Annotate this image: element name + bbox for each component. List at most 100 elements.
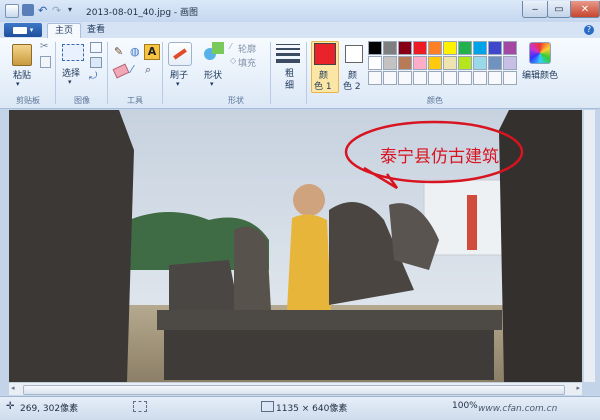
- tools-group-label: 工具: [127, 96, 143, 105]
- scroll-left-icon[interactable]: ◂: [11, 384, 15, 392]
- palette-swatch[interactable]: [503, 56, 517, 70]
- palette-swatch[interactable]: [458, 56, 472, 70]
- quick-access-dropdown-icon[interactable]: ▾: [68, 5, 72, 14]
- clipboard-group-label: 剪贴板: [16, 96, 40, 105]
- palette-empty-swatch[interactable]: [458, 71, 472, 85]
- vertical-scrollbar[interactable]: [584, 110, 595, 382]
- image-group-label: 图像: [74, 96, 90, 105]
- copy-icon[interactable]: [40, 56, 51, 68]
- palette-empty-swatch[interactable]: [398, 71, 412, 85]
- palette-swatch[interactable]: [503, 41, 517, 55]
- chevron-down-icon: ▾: [29, 26, 34, 34]
- colors-group-label: 颜色: [427, 96, 443, 105]
- palette-swatch[interactable]: [413, 41, 427, 55]
- line-size-icon[interactable]: [276, 44, 300, 63]
- image-size-icon: [261, 401, 274, 412]
- file-menu-button[interactable]: ▾: [4, 23, 42, 37]
- brush-icon[interactable]: [168, 42, 192, 66]
- help-icon[interactable]: ?: [584, 25, 594, 35]
- palette-swatch[interactable]: [428, 41, 442, 55]
- palette-swatch[interactable]: [398, 41, 412, 55]
- group-separator: [270, 42, 271, 104]
- color-picker-icon[interactable]: ⁄: [131, 63, 133, 76]
- size-button-label-bottom[interactable]: 细: [285, 78, 294, 91]
- palette-swatch[interactable]: [458, 41, 472, 55]
- undo-icon[interactable]: ↶: [38, 4, 47, 17]
- save-icon[interactable]: [22, 4, 34, 16]
- palette-swatch[interactable]: [488, 56, 502, 70]
- palette-swatch[interactable]: [443, 41, 457, 55]
- palette-empty-swatch[interactable]: [383, 71, 397, 85]
- group-separator: [162, 42, 163, 104]
- select-icon[interactable]: [62, 44, 84, 61]
- edit-colors-button[interactable]: 编辑颜色: [522, 68, 558, 81]
- shapes-group-label: 形状: [228, 96, 244, 105]
- palette-empty-swatch[interactable]: [443, 71, 457, 85]
- minimize-icon[interactable]: ‒: [522, 1, 548, 18]
- chevron-down-icon[interactable]: ▾: [16, 80, 20, 88]
- cut-icon[interactable]: ✂: [40, 41, 48, 52]
- horizontal-scroll-thumb[interactable]: [23, 385, 565, 395]
- building-sign: [467, 195, 477, 250]
- redo-icon[interactable]: ↷: [52, 4, 61, 17]
- palette-swatch[interactable]: [368, 41, 382, 55]
- shapes-icon[interactable]: [204, 42, 224, 62]
- resize-icon[interactable]: [90, 57, 102, 68]
- palette-empty-swatch[interactable]: [503, 71, 517, 85]
- fill-button[interactable]: 填充: [238, 56, 256, 69]
- palette-empty-swatch[interactable]: [413, 71, 427, 85]
- crop-icon[interactable]: [90, 42, 102, 53]
- shape-square-icon: [212, 42, 224, 54]
- cursor-position: 269, 302像素: [20, 404, 79, 414]
- fill-icon[interactable]: ◇: [230, 56, 236, 65]
- paste-icon[interactable]: [12, 44, 32, 66]
- boy-head: [293, 184, 325, 216]
- palette-swatch[interactable]: [398, 56, 412, 70]
- magnifier-icon[interactable]: ⌕: [145, 63, 151, 77]
- statue-left: [9, 110, 134, 382]
- palette-swatch[interactable]: [413, 56, 427, 70]
- chevron-down-icon[interactable]: ▾: [176, 80, 180, 88]
- palette-swatch[interactable]: [383, 56, 397, 70]
- tab-home[interactable]: 主页: [47, 23, 82, 39]
- group-separator: [306, 42, 307, 104]
- chevron-down-icon[interactable]: ▾: [68, 78, 72, 86]
- palette-swatch[interactable]: [473, 56, 487, 70]
- color1-swatch: [314, 43, 336, 65]
- pillar-right: [499, 110, 582, 382]
- text-icon[interactable]: A: [144, 44, 160, 60]
- palette-swatch[interactable]: [443, 56, 457, 70]
- pencil-icon[interactable]: ✎: [114, 45, 123, 58]
- fill-bucket-icon[interactable]: ◍: [130, 45, 140, 58]
- palette-swatch[interactable]: [383, 41, 397, 55]
- edit-colors-icon[interactable]: [529, 42, 551, 64]
- color2-swatch[interactable]: [345, 45, 363, 63]
- tab-view[interactable]: 查看: [80, 23, 112, 38]
- outline-icon[interactable]: ⁄: [230, 42, 231, 51]
- palette-swatch[interactable]: [428, 56, 442, 70]
- scroll-right-icon[interactable]: ▸: [576, 384, 580, 392]
- canvas-image[interactable]: 泰宁县仿古建筑: [9, 110, 582, 382]
- horizontal-scrollbar[interactable]: ◂ ▸: [9, 382, 582, 395]
- callout-text: 泰宁县仿古建筑: [380, 147, 499, 167]
- palette-empty-swatch[interactable]: [488, 71, 502, 85]
- palette-swatch[interactable]: [488, 41, 502, 55]
- cursor-position-icon: ✛: [6, 401, 15, 412]
- photo-illustration: 泰宁县仿古建筑: [9, 110, 582, 382]
- group-separator: [107, 42, 108, 104]
- palette-empty-swatch[interactable]: [428, 71, 442, 85]
- watermark-text: www.cfan.com.cn: [478, 404, 558, 414]
- rotate-icon[interactable]: ⤾: [89, 71, 97, 82]
- palette-swatch[interactable]: [368, 56, 382, 70]
- maximize-icon[interactable]: ▭: [547, 1, 571, 18]
- outline-button[interactable]: 轮廓: [238, 42, 256, 55]
- chevron-down-icon[interactable]: ▾: [210, 80, 214, 88]
- palette-swatch[interactable]: [473, 41, 487, 55]
- selection-size-icon: [133, 401, 147, 412]
- palette-empty-swatch[interactable]: [473, 71, 487, 85]
- stone-scroll: [169, 260, 239, 315]
- paint-app-icon[interactable]: [5, 4, 19, 18]
- boy-shirt: [287, 214, 331, 310]
- close-icon[interactable]: ✕: [570, 1, 600, 18]
- palette-empty-swatch[interactable]: [368, 71, 382, 85]
